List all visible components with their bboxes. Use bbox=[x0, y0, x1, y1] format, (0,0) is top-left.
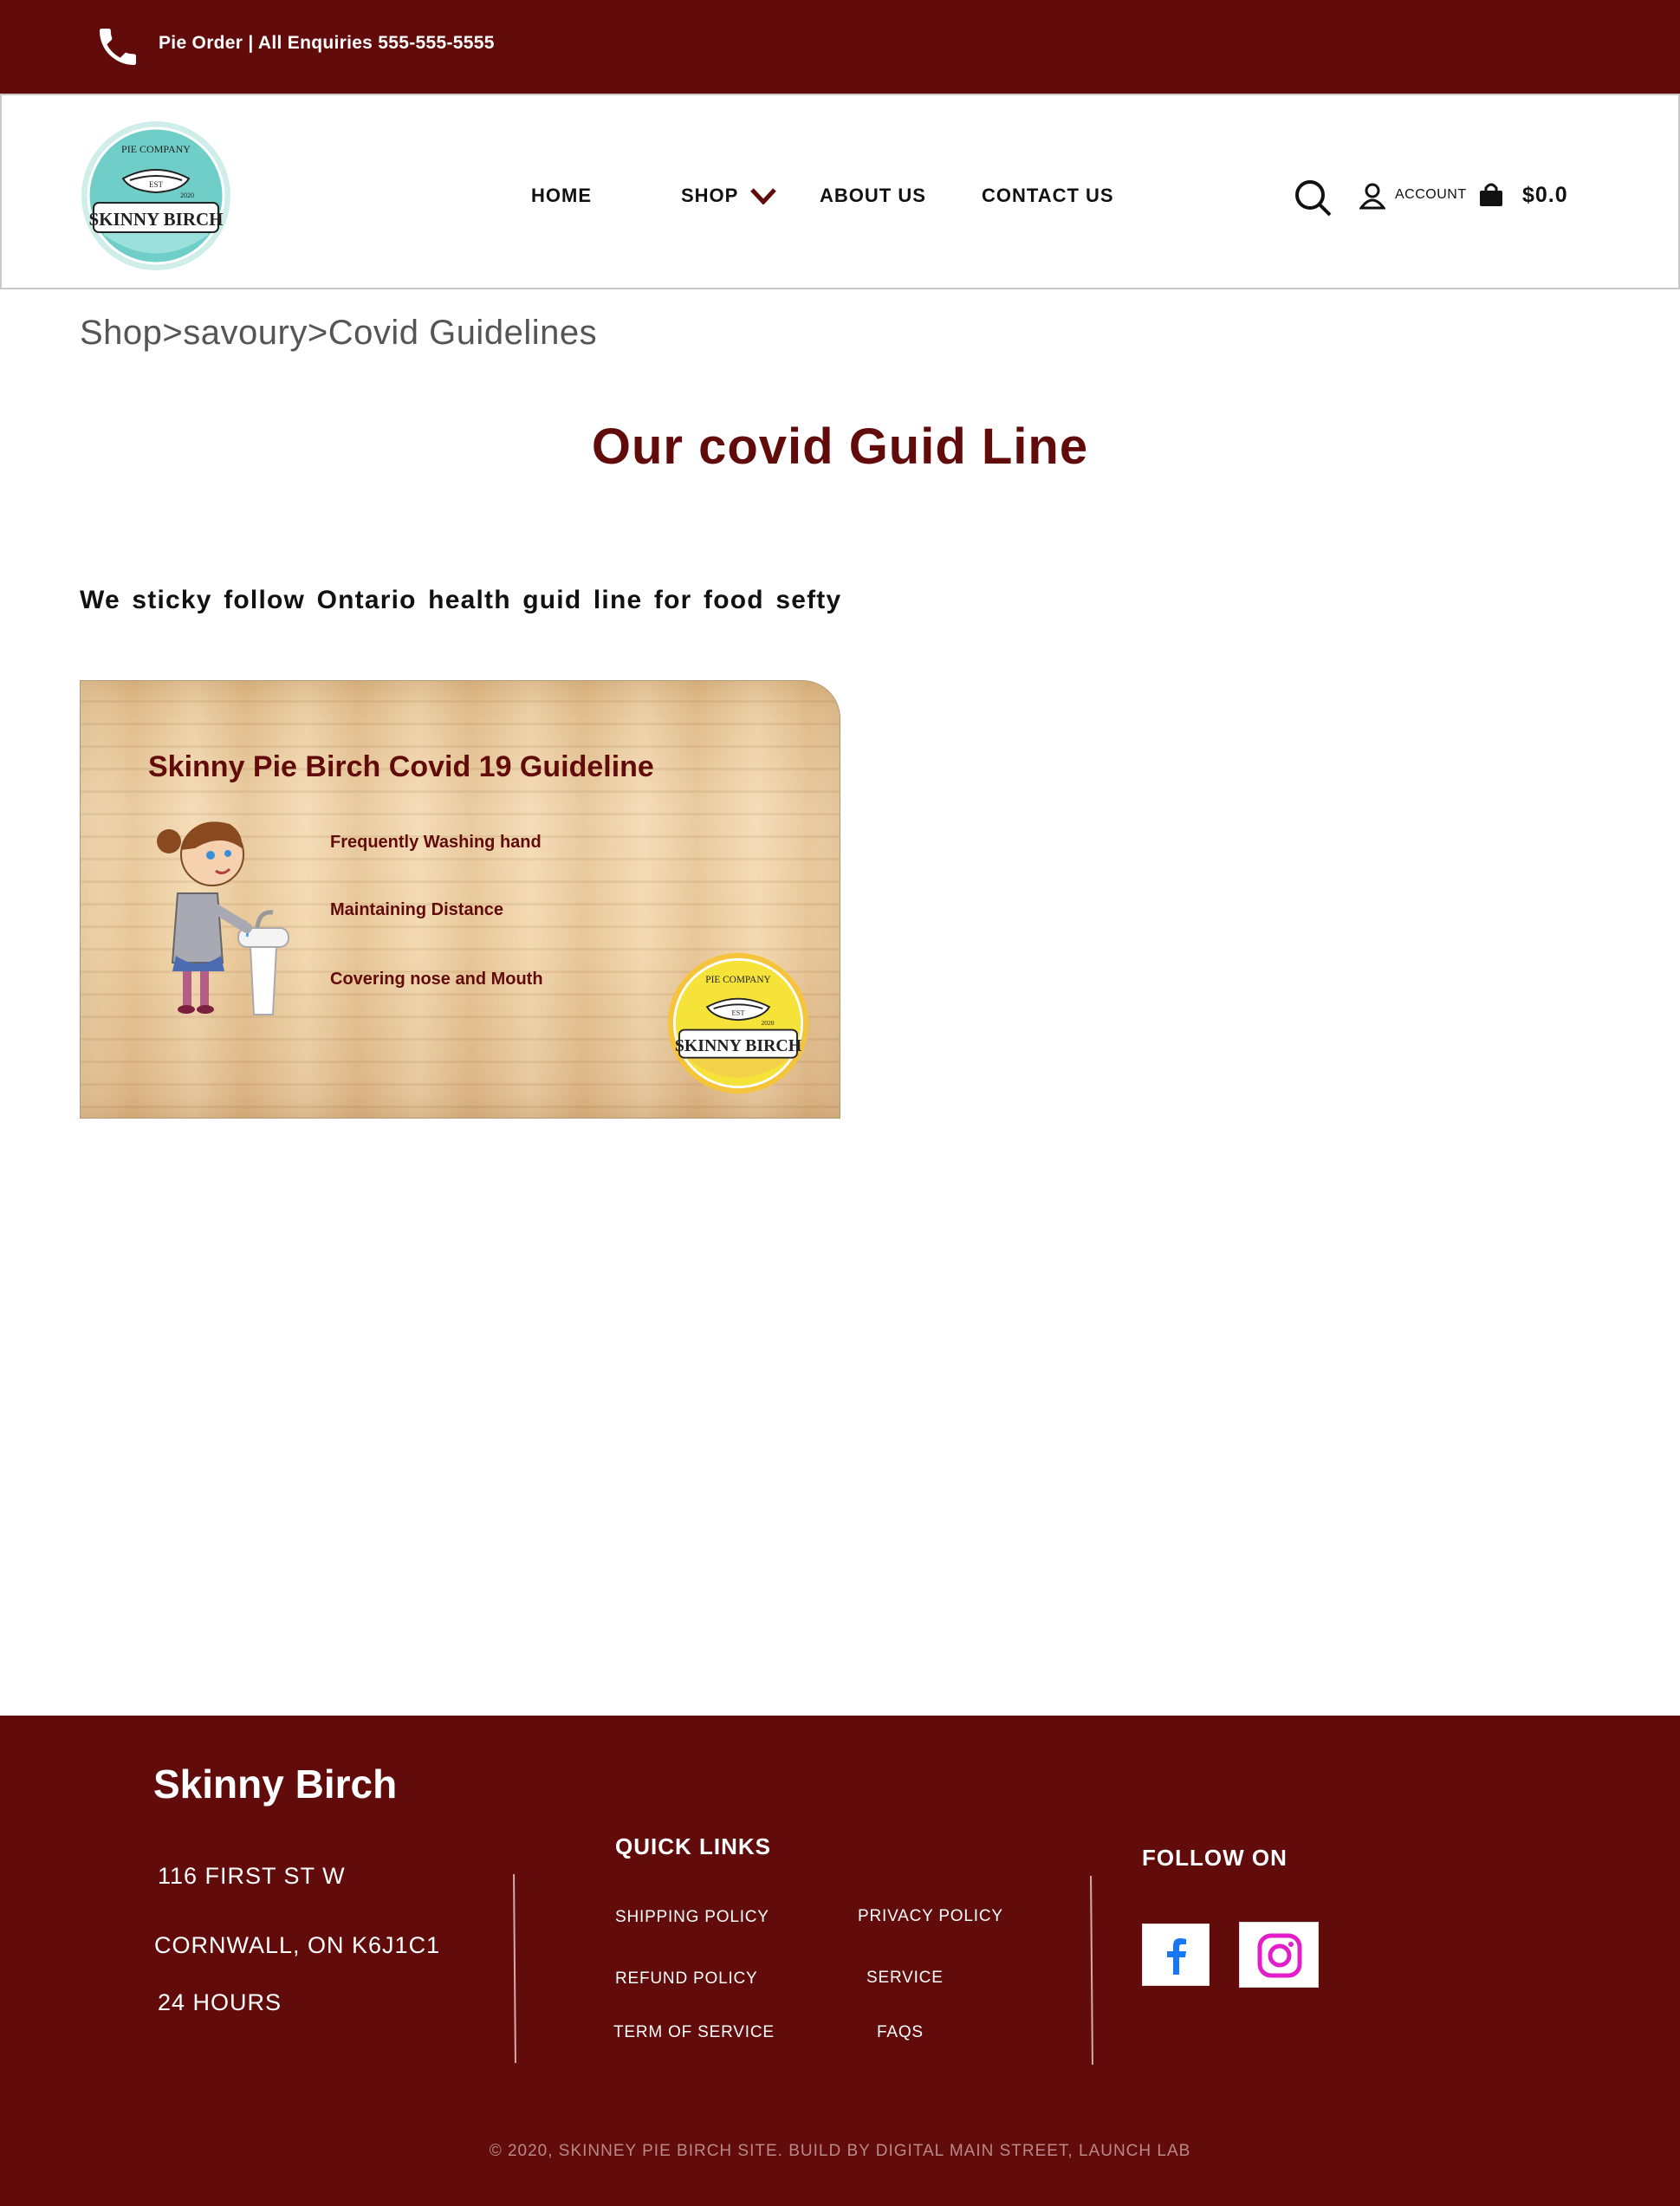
covid-guideline-card: Skinny Pie Birch Covid 19 Guideline Freq… bbox=[80, 680, 840, 1119]
instagram-link[interactable] bbox=[1239, 1922, 1319, 1988]
site-footer: Skinny Birch 116 FIRST ST W CORNWALL, ON… bbox=[0, 1716, 1680, 2206]
link-faqs[interactable]: FAQS bbox=[877, 2023, 924, 2042]
footer-divider bbox=[513, 1873, 516, 2064]
card-title: Skinny Pie Birch Covid 19 Guideline bbox=[148, 750, 654, 783]
chevron-down-icon[interactable] bbox=[750, 187, 776, 204]
skinny-birch-logo-yellow: EST SKINNY BIRCH PIE COMPANY 2020 bbox=[667, 952, 809, 1094]
footer-brand: Skinny Birch bbox=[153, 1762, 398, 1807]
nav-about-us[interactable]: ABOUT US bbox=[820, 185, 926, 207]
link-refund-policy[interactable]: REFUND POLICY bbox=[615, 1969, 758, 1989]
phone-enquiries-text: Pie Order | All Enquiries 555-555-5555 bbox=[159, 33, 495, 53]
facebook-icon bbox=[1167, 1938, 1186, 1975]
nav-shop[interactable]: SHOP bbox=[681, 185, 738, 207]
top-bar: Pie Order | All Enquiries 555-555-5555 bbox=[0, 0, 1680, 94]
guideline-item: Covering nose and Mouth bbox=[330, 970, 543, 989]
svg-text:PIE COMPANY: PIE COMPANY bbox=[705, 975, 770, 985]
footer-divider bbox=[1090, 1875, 1093, 2066]
follow-on-heading: FOLLOW ON bbox=[1142, 1845, 1288, 1871]
shopping-bag-icon[interactable] bbox=[1478, 182, 1504, 208]
handwashing-child-illustration bbox=[157, 821, 289, 1015]
page-title: Our covid Guid Line bbox=[591, 418, 1089, 475]
address-line: CORNWALL, ON K6J1C1 bbox=[154, 1932, 441, 1958]
link-privacy-policy[interactable]: PRIVACY POLICY bbox=[858, 1907, 1003, 1926]
instagram-icon bbox=[1257, 1933, 1302, 1978]
phone-icon[interactable] bbox=[94, 23, 142, 71]
intro-text: We sticky follow Ontario health guid lin… bbox=[80, 586, 842, 614]
search-icon[interactable] bbox=[1294, 178, 1333, 218]
breadcrumb[interactable]: Shop>savoury>Covid Guidelines bbox=[80, 314, 597, 353]
nav-contact-us[interactable]: CONTACT US bbox=[982, 185, 1114, 207]
guideline-item: Frequently Washing hand bbox=[330, 833, 542, 852]
facebook-link[interactable] bbox=[1142, 1924, 1210, 1986]
link-term-of-service[interactable]: TERM OF SERVICE bbox=[613, 2023, 775, 2042]
svg-text:SKINNY BIRCH: SKINNY BIRCH bbox=[675, 1036, 802, 1055]
copyright-text: © 2020, SKINNEY PIE BIRCH SITE. BUILD BY… bbox=[489, 2142, 1191, 2160]
user-icon[interactable] bbox=[1359, 182, 1385, 210]
site-header: EST SKINNY BIRCH PIE COMPANY 2020 HOME S… bbox=[0, 94, 1680, 289]
svg-text:EST: EST bbox=[731, 1009, 745, 1017]
guideline-item: Maintaining Distance bbox=[330, 900, 504, 919]
svg-text:EST: EST bbox=[149, 180, 164, 189]
link-service[interactable]: SERVICE bbox=[866, 1969, 944, 1988]
skinny-birch-logo[interactable]: EST SKINNY BIRCH PIE COMPANY 2020 bbox=[78, 118, 234, 274]
nav-home[interactable]: HOME bbox=[531, 185, 592, 207]
address-line: 116 FIRST ST W bbox=[158, 1863, 346, 1889]
opening-hours: 24 HOURS bbox=[158, 1989, 282, 2015]
svg-text:2020: 2020 bbox=[180, 191, 194, 199]
svg-text:PIE COMPANY: PIE COMPANY bbox=[121, 143, 191, 155]
quick-links-heading: QUICK LINKS bbox=[615, 1833, 771, 1859]
cart-total[interactable]: $0.0 bbox=[1522, 183, 1568, 208]
link-shipping-policy[interactable]: SHIPPING POLICY bbox=[615, 1908, 769, 1927]
account-link[interactable]: ACCOUNT bbox=[1395, 187, 1467, 203]
svg-text:SKINNY BIRCH: SKINNY BIRCH bbox=[89, 209, 224, 230]
svg-text:2020: 2020 bbox=[761, 1019, 774, 1027]
